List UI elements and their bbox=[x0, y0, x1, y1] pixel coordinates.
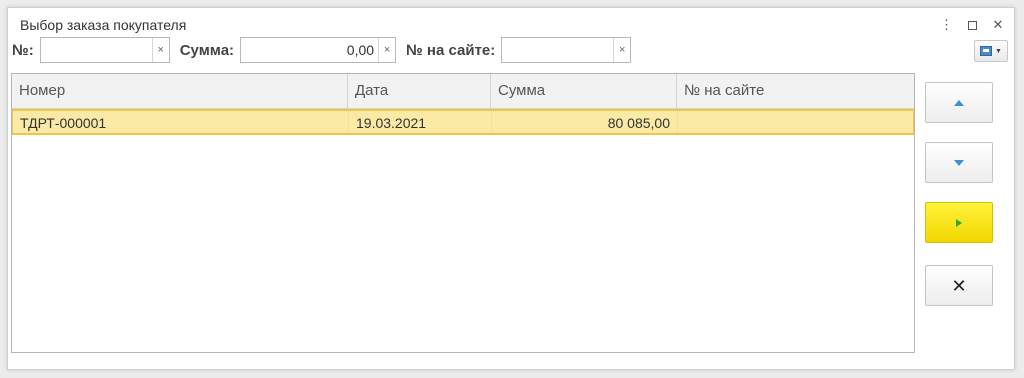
site-number-filter-box: × bbox=[501, 37, 632, 63]
sum-filter-label: Сумма: bbox=[179, 41, 235, 59]
maximize-icon[interactable] bbox=[966, 16, 978, 35]
column-header-site-number[interactable]: № на сайте bbox=[677, 74, 914, 108]
cell-number: ТДРТ-000001 bbox=[13, 111, 349, 133]
move-up-button[interactable] bbox=[925, 82, 993, 123]
number-filter-box: × bbox=[39, 37, 170, 63]
filter-row: №: × Сумма: × № на сайте: × bbox=[12, 36, 641, 64]
number-filter-clear-button[interactable]: × bbox=[151, 38, 169, 62]
column-header-sum[interactable]: Сумма bbox=[491, 74, 677, 108]
arrow-up-icon bbox=[954, 99, 964, 106]
window-title: Выбор заказа покупателя bbox=[20, 17, 187, 33]
arrow-down-icon bbox=[954, 159, 964, 166]
column-header-date[interactable]: Дата bbox=[348, 74, 491, 108]
cancel-button[interactable]: ✕ bbox=[925, 265, 993, 306]
number-filter-label: №: bbox=[12, 41, 34, 59]
chevron-down-icon: ▼ bbox=[995, 47, 1002, 55]
select-button[interactable] bbox=[925, 202, 993, 243]
cell-date: 19.03.2021 bbox=[349, 111, 492, 133]
sum-filter-box: × bbox=[240, 37, 397, 63]
move-down-button[interactable] bbox=[925, 142, 993, 183]
close-icon[interactable]: ✕ bbox=[992, 16, 1004, 35]
more-vert-icon[interactable]: ⋮ bbox=[940, 16, 953, 35]
table-header: Номер Дата Сумма № на сайте bbox=[12, 74, 914, 109]
site-number-filter-clear-button[interactable]: × bbox=[613, 38, 630, 62]
title-controls: ⋮ ✕ bbox=[940, 16, 1004, 35]
number-filter-input[interactable] bbox=[40, 38, 152, 62]
play-icon bbox=[956, 218, 962, 227]
sum-filter-input[interactable] bbox=[241, 38, 379, 62]
site-number-filter-input[interactable] bbox=[502, 38, 614, 62]
settings-button[interactable]: ▼ bbox=[974, 40, 1008, 62]
orders-table[interactable]: Номер Дата Сумма № на сайте ТДРТ-000001 … bbox=[11, 73, 915, 353]
column-header-number[interactable]: Номер bbox=[12, 74, 348, 108]
close-x-icon: ✕ bbox=[951, 275, 967, 296]
site-number-filter-label: № на сайте: bbox=[406, 41, 496, 59]
sum-filter-clear-button[interactable]: × bbox=[378, 38, 395, 62]
cell-site-number bbox=[678, 111, 913, 133]
cell-sum: 80 085,00 bbox=[492, 111, 678, 133]
table-row[interactable]: ТДРТ-000001 19.03.2021 80 085,00 bbox=[12, 109, 914, 135]
settings-icon bbox=[980, 46, 993, 56]
